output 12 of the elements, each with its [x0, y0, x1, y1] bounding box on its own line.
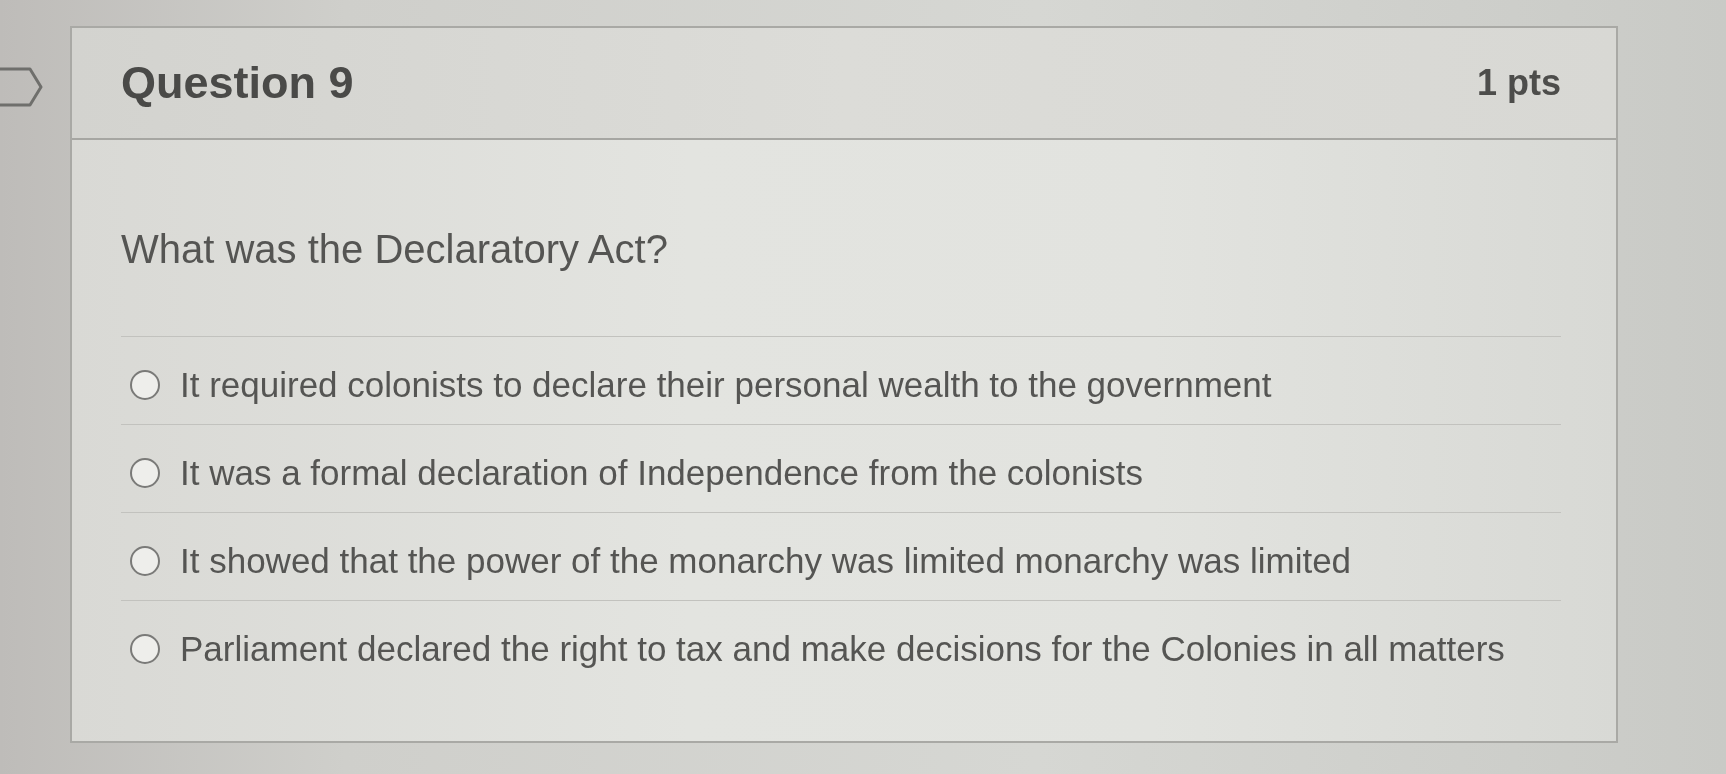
question-text: What was the Declaratory Act? [121, 228, 669, 270]
answer-option[interactable]: Parliament declared the right to tax and make decisions for the Colonies in all matters [180, 628, 1505, 669]
question-title: Question 9 [121, 57, 354, 109]
radio-button[interactable] [130, 369, 160, 400]
radio-button[interactable] [130, 545, 160, 576]
flag-icon[interactable] [0, 66, 44, 108]
radio-button[interactable] [130, 457, 160, 488]
answer-option[interactable]: It required colonists to declare their personal wealth to the government [180, 364, 1272, 405]
answer-option[interactable]: It showed that the power of the monarchy was limited monarchy was limited [180, 540, 1352, 581]
radio-button[interactable] [130, 633, 160, 664]
answer-option[interactable]: It was a formal declaration of Independence from the colonists [180, 452, 1144, 493]
points-label: 1 pts [1476, 62, 1561, 104]
